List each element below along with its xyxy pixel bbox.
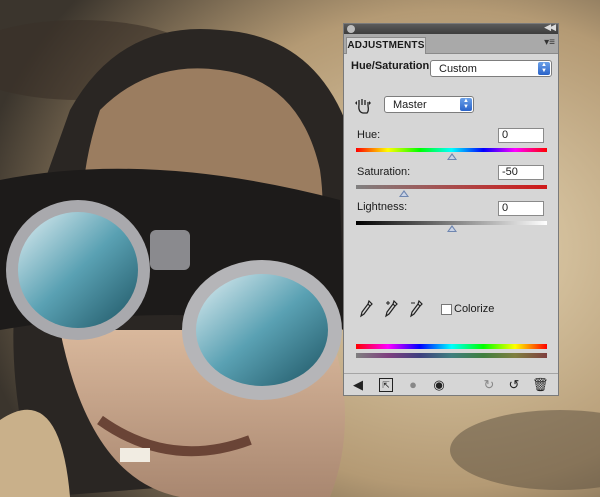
saturation-label: Saturation:	[357, 166, 411, 178]
clip-to-layer-icon[interactable]: ⇱	[379, 378, 393, 392]
saturation-field[interactable]: -50	[498, 165, 544, 180]
panel-footer: ◀ ⇱ ● ◉ ↻ ↺ 🗑	[344, 373, 558, 396]
hue-slider-thumb[interactable]	[446, 153, 457, 160]
tab-adjustments[interactable]: ADJUSTMENTS	[346, 37, 426, 54]
close-icon[interactable]	[347, 25, 355, 33]
panel-menu-icon[interactable]: ▾≡	[544, 37, 555, 48]
hue-slider-track[interactable]	[356, 148, 547, 152]
trash-icon[interactable]: 🗑	[532, 378, 549, 392]
lightness-label: Lightness:	[357, 201, 408, 213]
output-spectrum-bar	[356, 353, 547, 358]
eyedropper-plus-icon[interactable]	[384, 300, 398, 318]
preset-dropdown[interactable]: Custom ▲ ▼	[430, 60, 552, 77]
saturation-slider-track[interactable]	[356, 185, 547, 189]
adjustments-panel: ◀◀ ADJUSTMENTS ▾≡ Hue/Saturation Custom …	[343, 22, 559, 396]
colorize-box[interactable]	[441, 304, 452, 315]
visibility-eye-icon[interactable]: ◉	[432, 378, 446, 392]
preset-value: Custom	[439, 63, 477, 75]
channel-value: Master	[393, 99, 427, 111]
input-spectrum-bar	[356, 344, 547, 349]
back-arrow-icon[interactable]: ◀	[351, 378, 365, 392]
eyedropper-minus-icon[interactable]	[409, 300, 423, 318]
reset-icon[interactable]: ↺	[507, 378, 521, 392]
channel-dropdown[interactable]: Master ▲ ▼	[384, 96, 474, 113]
panel-titlebar[interactable]: ◀◀	[344, 22, 558, 34]
colorize-label: Colorize	[454, 303, 495, 315]
lightness-field[interactable]: 0	[498, 201, 544, 216]
collapse-arrows-icon[interactable]: ◀◀	[544, 22, 556, 33]
mask-icon[interactable]: ●	[406, 378, 420, 392]
hue-field[interactable]: 0	[498, 128, 544, 143]
hue-label: Hue:	[357, 129, 381, 141]
dropdown-arrows-icon: ▲ ▼	[460, 98, 472, 111]
eyedropper-icon[interactable]	[359, 300, 373, 318]
dropdown-arrows-icon: ▲ ▼	[538, 62, 550, 75]
panel-tab-row: ADJUSTMENTS ▾≡	[344, 34, 558, 54]
adjustment-title: Hue/Saturation	[351, 60, 430, 72]
hand-adjust-icon[interactable]	[354, 97, 372, 115]
saturation-slider-thumb[interactable]	[398, 190, 409, 197]
view-previous-icon[interactable]: ↻	[482, 378, 496, 392]
lightness-slider-thumb[interactable]	[446, 225, 457, 232]
